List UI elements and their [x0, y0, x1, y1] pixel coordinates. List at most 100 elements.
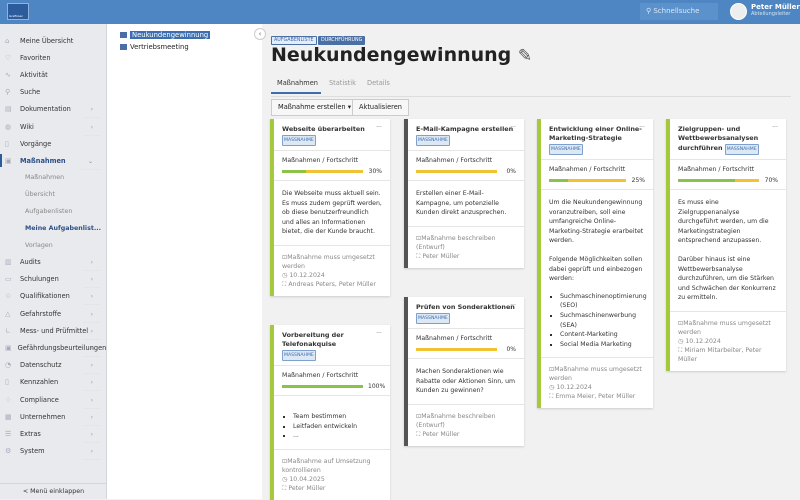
sidebar-item-label: Dokumentation: [20, 105, 71, 114]
progress-percent: 0%: [506, 168, 516, 175]
measure-card[interactable]: Zielgruppen- und Wettbewerbsanalysen dur…: [666, 119, 786, 371]
more-options-icon[interactable]: ···: [510, 124, 516, 131]
chevron-right-icon: ›: [82, 391, 101, 409]
measure-card[interactable]: Prüfen von Sonderaktionen MASSNAHME ··· M…: [404, 297, 524, 446]
sidebar-item[interactable]: ▯ Vorgänge: [0, 135, 106, 152]
card-description: Die Webseite muss aktuell sein. Es muss …: [282, 190, 382, 236]
card-badge: MASSNAHME: [282, 350, 316, 361]
card-date: 10.04.2025: [289, 475, 325, 483]
more-options-icon[interactable]: ···: [376, 124, 382, 131]
sidebar-item[interactable]: ⚙ System ›: [0, 442, 106, 461]
sidebar-subitem[interactable]: Übersicht: [0, 186, 106, 203]
list-item: Suchmaschinenwerbung (SEA): [560, 311, 645, 330]
sidebar-subitem[interactable]: Maßnahmen: [0, 170, 106, 187]
more-options-icon[interactable]: ···: [510, 302, 516, 309]
card-list: Team bestimmenLeitfaden entwickeln...: [282, 412, 382, 441]
tree-item-neukundengewinnung[interactable]: Neukundengewinnung: [120, 31, 211, 39]
sidebar-item[interactable]: ♡ Favoriten: [0, 49, 106, 66]
card-title[interactable]: Webseite überarbeiten: [282, 125, 365, 133]
clock-icon: ◷: [282, 475, 288, 483]
card-description: Folgende Möglichkeiten sollen dabei gepr…: [549, 255, 643, 283]
progress-label: Maßnahmen / Fortschritt: [282, 157, 359, 164]
progress-percent: 30%: [368, 168, 382, 175]
measure-card[interactable]: Webseite überarbeiten MASSNAHME ··· Maßna…: [270, 119, 390, 296]
book-icon: ▤: [5, 105, 12, 114]
audit-icon: ▥: [5, 258, 12, 267]
tree-item-label: Neukundengewinnung: [130, 31, 211, 39]
sidebar-item[interactable]: ◍ Wiki ›: [0, 118, 106, 136]
sidebar-item-label: Gefahrstoffe: [20, 309, 62, 318]
sidebar-item[interactable]: ☆ Qualifikationen ›: [0, 288, 106, 306]
collapse-tree-button[interactable]: ‹: [254, 28, 266, 40]
card-description: Machen Sonderaktionen wie Rabatte oder A…: [416, 368, 516, 395]
refresh-button[interactable]: Aktualisieren: [352, 99, 409, 116]
sidebar-item[interactable]: △ Gefahrstoffe ›: [0, 305, 106, 323]
card-people: Peter Müller: [288, 484, 326, 492]
sidebar-item-label: Mess- und Prüfmittel: [20, 326, 89, 335]
sidebar-item[interactable]: ▤ Dokumentation ›: [0, 101, 106, 119]
sidebar: ⌂ Meine Übersicht ♡ Favoriten ∿ Aktivität ⚲ Suc…: [0, 24, 107, 499]
sidebar-item-label: Meine Übersicht: [20, 36, 74, 45]
sidebar-item[interactable]: ▣ Maßnahmen ⌄: [0, 152, 106, 170]
list-item: Suchmaschinenoptimierung (SEO): [560, 292, 647, 311]
sidebar-item-label: Kennzahlen: [20, 378, 59, 387]
globe-icon: ◍: [5, 122, 12, 131]
progress-label: Maßnahmen / Fortschritt: [678, 166, 755, 173]
heart-icon: ♡: [5, 53, 12, 62]
sidebar-item[interactable]: ☰ Extras ›: [0, 425, 106, 443]
card-people: Peter Müller: [422, 430, 460, 438]
sidebar-item[interactable]: ▦ Unternehmen ›: [0, 408, 106, 426]
chevron-right-icon: ›: [82, 442, 101, 461]
app-logo[interactable]: Grafiksec: [7, 3, 29, 20]
more-options-icon[interactable]: ···: [639, 124, 645, 131]
sidebar-item[interactable]: ∿ Aktivität: [0, 66, 106, 83]
tabs: Maßnahmen Statistik Details: [271, 77, 791, 97]
collapse-menu-button[interactable]: < Menü einklappen: [0, 483, 107, 499]
edit-pencil-icon[interactable]: ✎: [518, 46, 532, 66]
card-title[interactable]: Prüfen von Sonderaktionen: [416, 303, 515, 311]
sidebar-item[interactable]: ⚲ Suche: [0, 84, 106, 101]
create-measure-button[interactable]: Maßnahme erstellen ▾: [271, 99, 359, 116]
more-options-icon[interactable]: ···: [772, 124, 778, 131]
measure-card[interactable]: Vorbereitung der Telefonakquise MASSNAHM…: [270, 325, 390, 500]
sidebar-item-label: Compliance: [20, 395, 59, 404]
card-title[interactable]: Entwicklung einer Online-Marketing-Strat…: [549, 125, 642, 142]
tab-statistik[interactable]: Statistik: [329, 79, 356, 87]
sidebar-item[interactable]: ♢ Compliance ›: [0, 391, 106, 409]
sidebar-subitem[interactable]: Meine Aufgabenlist...: [0, 220, 106, 237]
sidebar-item[interactable]: ▥ Audits ›: [0, 253, 106, 272]
top-bar: Grafiksec ⚲ Schnellsuche Peter Müller Ab…: [0, 0, 800, 24]
card-title[interactable]: Vorbereitung der Telefonakquise: [282, 331, 344, 348]
progress-percent: 70%: [764, 177, 778, 184]
tab-details[interactable]: Details: [367, 79, 390, 87]
sidebar-subitem[interactable]: Vorlagen: [0, 237, 106, 254]
sidebar-subitem[interactable]: Aufgabenlisten: [0, 203, 106, 220]
card-badge: MASSNAHME: [282, 135, 316, 146]
progress-bar: [282, 385, 363, 388]
tree-item-vertriebsmeeting[interactable]: Vertriebsmeeting: [120, 43, 189, 51]
measure-card[interactable]: Entwicklung einer Online-Marketing-Strat…: [537, 119, 653, 409]
sidebar-item[interactable]: ▭ Schulungen ›: [0, 271, 106, 289]
card-status: Maßnahme beschreiben (Entwurf): [416, 234, 496, 251]
card-title[interactable]: E-Mail-Kampagne erstellen: [416, 125, 513, 133]
measure-card[interactable]: E-Mail-Kampagne erstellen MASSNAHME ··· M…: [404, 119, 524, 268]
quick-search-input[interactable]: ⚲ Schnellsuche: [640, 3, 718, 20]
page-title-text: Neukundengewinnung: [271, 44, 512, 66]
chevron-right-icon: ›: [82, 356, 101, 375]
tab-massnahmen[interactable]: Maßnahmen: [271, 79, 321, 94]
logo-text: Grafiksec: [9, 14, 24, 18]
card-description: Um die Neukundengewinnung voranzutreiben…: [549, 199, 644, 245]
sidebar-item[interactable]: ⌂ Meine Übersicht: [0, 32, 106, 49]
sidebar-item[interactable]: ▣ Gefährdungsbeurteilungen ›: [0, 339, 106, 358]
sidebar-item[interactable]: ▯ Kennzahlen ›: [0, 374, 106, 392]
card-date: 10.12.2024: [685, 337, 721, 345]
sidebar-item[interactable]: ◔ Datenschutz ›: [0, 356, 106, 375]
card-status: Maßnahme muss umgesetzt werden: [678, 319, 771, 336]
tree-panel: Neukundengewinnung Vertriebsmeeting: [107, 24, 262, 499]
user-menu[interactable]: Peter Müller Abteilungsleiter: [751, 3, 800, 17]
avatar[interactable]: [730, 3, 747, 20]
clock-icon: ◷: [549, 384, 555, 392]
more-options-icon[interactable]: ···: [376, 330, 382, 337]
sidebar-item[interactable]: ∟ Mess- und Prüfmittel ›: [0, 322, 106, 340]
sidebar-item-label: Favoriten: [20, 53, 51, 62]
